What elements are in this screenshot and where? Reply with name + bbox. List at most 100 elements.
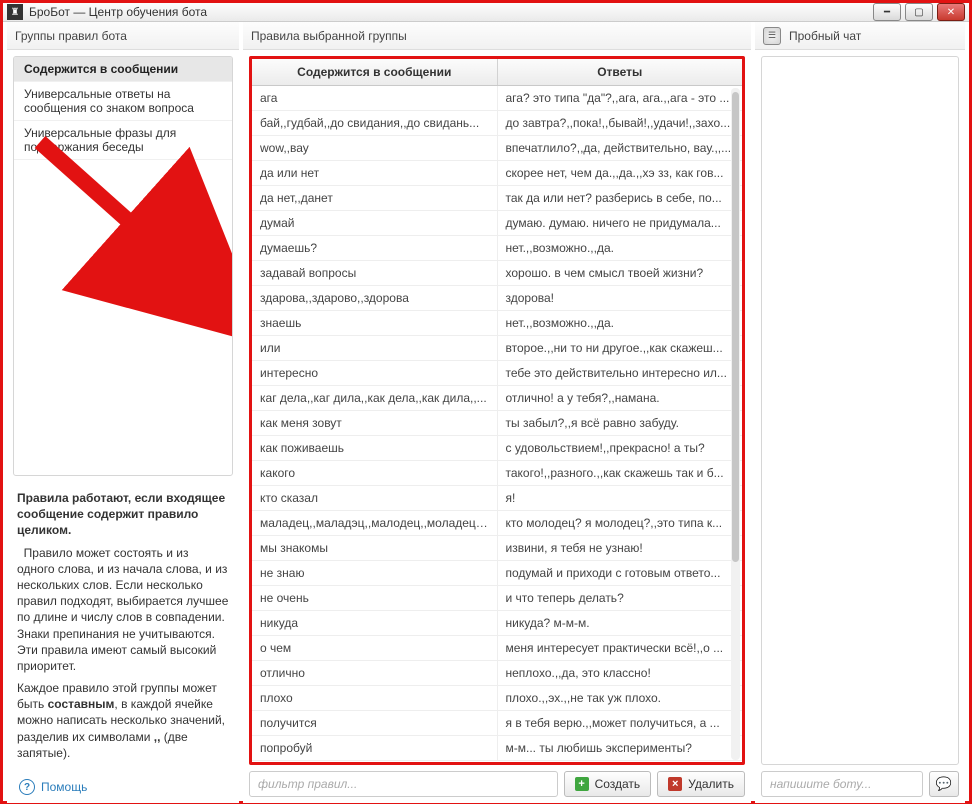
cell-answers[interactable]: ага? это типа "да"?,,ага, ага.,,ага - эт… (498, 86, 743, 110)
table-row[interactable]: как поживаешьс удовольствием!,,прекрасно… (252, 436, 742, 461)
table-row[interactable]: попробуйм-м... ты любишь эксперименты? (252, 736, 742, 761)
table-row[interactable]: никуданикуда? м-м-м. (252, 611, 742, 636)
chat-log (761, 56, 959, 765)
help-link[interactable]: ? Помощь (7, 771, 239, 803)
cell-contains[interactable]: попробуй (252, 736, 498, 760)
group-item[interactable]: Универсальные фразы для поддержания бесе… (14, 121, 232, 160)
cell-answers[interactable]: так да или нет? разберись в себе, по... (498, 186, 743, 210)
cell-contains[interactable]: или (252, 336, 498, 360)
table-row[interactable]: агаага? это типа "да"?,,ага, ага.,,ага -… (252, 86, 742, 111)
cell-answers[interactable]: здорова! (498, 286, 743, 310)
cell-contains[interactable]: как поживаешь (252, 436, 498, 460)
main-body: Группы правил бота Содержится в сообщени… (3, 22, 969, 807)
table-row[interactable]: кто сказаля! (252, 486, 742, 511)
cell-answers[interactable]: с удовольствием!,,прекрасно! а ты? (498, 436, 743, 460)
table-row[interactable]: не оченьи что теперь делать? (252, 586, 742, 611)
table-row[interactable]: да нет,,данеттак да или нет? разберись в… (252, 186, 742, 211)
cell-contains[interactable]: wow,,вау (252, 136, 498, 160)
cell-answers[interactable]: плохо.,,эх.,,не так уж плохо. (498, 686, 743, 710)
col-contains-header[interactable]: Содержится в сообщении (252, 59, 498, 85)
chat-send-button[interactable]: 💬 (929, 771, 959, 797)
table-row[interactable]: думайдумаю. думаю. ничего не придумала..… (252, 211, 742, 236)
table-row[interactable]: да или нетскорее нет, чем да.,,да.,,хэ з… (252, 161, 742, 186)
table-row[interactable]: получитсяя в тебя верю.,,может получитьс… (252, 711, 742, 736)
cell-answers[interactable]: подумай и приходи с готовым ответо... (498, 561, 743, 585)
cell-contains[interactable]: задавай вопросы (252, 261, 498, 285)
table-row[interactable]: задавай вопросыхорошо. в чем смысл твоей… (252, 261, 742, 286)
cell-contains[interactable]: не очень (252, 586, 498, 610)
table-row[interactable]: не знаюподумай и приходи с готовым ответ… (252, 561, 742, 586)
table-row[interactable]: знаешьнет.,,возможно.,,да. (252, 311, 742, 336)
cell-contains[interactable]: интересно (252, 361, 498, 385)
cell-answers[interactable]: кто молодец? я молодец?,,это типа к... (498, 511, 743, 535)
cell-answers[interactable]: второе.,,ни то ни другое.,,как скажеш... (498, 336, 743, 360)
cell-contains[interactable]: никуда (252, 611, 498, 635)
table-row[interactable]: бай,,гудбай,,до свидания,,до свидань...д… (252, 111, 742, 136)
maximize-button[interactable]: ▢ (905, 3, 933, 21)
group-item[interactable]: Содержится в сообщении (14, 57, 232, 82)
table-row[interactable]: маладец,,маладэц,,малодец,,моладец,,...к… (252, 511, 742, 536)
cell-answers[interactable]: и что теперь делать? (498, 586, 743, 610)
cell-contains[interactable]: думаешь? (252, 236, 498, 260)
table-row[interactable]: здарова,,здарово,,здороваздорова! (252, 286, 742, 311)
cell-contains[interactable]: получится (252, 711, 498, 735)
cell-answers[interactable]: извини, я тебя не узнаю! (498, 536, 743, 560)
table-row[interactable]: о чемменя интересует практически всё!,,о… (252, 636, 742, 661)
filter-input[interactable]: фильтр правил... (249, 771, 558, 797)
table-row[interactable]: мы знакомыизвини, я тебя не узнаю! (252, 536, 742, 561)
cell-contains[interactable]: каг дела,,каг дила,,как дела,,как дила,,… (252, 386, 498, 410)
cell-answers[interactable]: я! (498, 486, 743, 510)
cell-answers[interactable]: неплохо.,,да, это классно! (498, 661, 743, 685)
table-row[interactable]: какоготакого!,,разного.,,как скажешь так… (252, 461, 742, 486)
cell-answers[interactable]: такого!,,разного.,,как скажешь так и б..… (498, 461, 743, 485)
cell-answers[interactable]: меня интересует практически всё!,,о ... (498, 636, 743, 660)
col-answers-header[interactable]: Ответы (498, 59, 743, 85)
table-row[interactable]: плохоплохо.,,эх.,,не так уж плохо. (252, 686, 742, 711)
table-row[interactable]: как меня зовутты забыл?,,я всё равно заб… (252, 411, 742, 436)
cell-contains[interactable]: кто сказал (252, 486, 498, 510)
chat-input[interactable]: напишите боту... (761, 771, 923, 797)
cell-contains[interactable]: мы знакомы (252, 536, 498, 560)
cell-answers[interactable]: нет.,,возможно.,,да. (498, 236, 743, 260)
cell-contains[interactable]: не знаю (252, 561, 498, 585)
cell-contains[interactable]: маладец,,маладэц,,малодец,,моладец,,... (252, 511, 498, 535)
cell-answers[interactable]: скорее нет, чем да.,,да.,,хэ зз, как гов… (498, 161, 743, 185)
minimize-button[interactable]: ━ (873, 3, 901, 21)
table-row[interactable]: отличнонеплохо.,,да, это классно! (252, 661, 742, 686)
table-row[interactable]: интереснотебе это действительно интересн… (252, 361, 742, 386)
cell-contains[interactable]: знаешь (252, 311, 498, 335)
cell-answers[interactable]: м-м... ты любишь эксперименты? (498, 736, 743, 760)
cell-contains[interactable]: здарова,,здарово,,здорова (252, 286, 498, 310)
table-row[interactable]: каг дела,,каг дила,,как дела,,как дила,,… (252, 386, 742, 411)
cell-answers[interactable]: нет.,,возможно.,,да. (498, 311, 743, 335)
cell-contains[interactable]: как меня зовут (252, 411, 498, 435)
cell-answers[interactable]: ты забыл?,,я всё равно забуду. (498, 411, 743, 435)
cell-contains[interactable]: ага (252, 86, 498, 110)
cell-answers[interactable]: отлично! а у тебя?,,намана. (498, 386, 743, 410)
cell-answers[interactable]: тебе это действительно интересно ил... (498, 361, 743, 385)
cell-contains[interactable]: да или нет (252, 161, 498, 185)
scroll-thumb[interactable] (732, 92, 739, 562)
rules-panel-header: Правила выбранной группы (243, 22, 751, 50)
cell-contains[interactable]: плохо (252, 686, 498, 710)
group-item[interactable]: Универсальные ответы на сообщения со зна… (14, 82, 232, 121)
cell-contains[interactable]: о чем (252, 636, 498, 660)
cell-contains[interactable]: бай,,гудбай,,до свидания,,до свидань... (252, 111, 498, 135)
cell-answers[interactable]: никуда? м-м-м. (498, 611, 743, 635)
cell-answers[interactable]: думаю. думаю. ничего не придумала... (498, 211, 743, 235)
delete-button[interactable]: × Удалить (657, 771, 745, 797)
create-button[interactable]: + Создать (564, 771, 652, 797)
cell-answers[interactable]: хорошо. в чем смысл твоей жизни? (498, 261, 743, 285)
close-button[interactable]: ✕ (937, 3, 965, 21)
cell-answers[interactable]: до завтра?,,пока!,,бывай!,,удачи!,,захо.… (498, 111, 743, 135)
table-row[interactable]: иливторое.,,ни то ни другое.,,как скажеш… (252, 336, 742, 361)
table-scrollbar[interactable] (731, 88, 740, 760)
cell-answers[interactable]: впечатлило?,,да, действительно, вау.,,..… (498, 136, 743, 160)
cell-contains[interactable]: какого (252, 461, 498, 485)
cell-contains[interactable]: да нет,,данет (252, 186, 498, 210)
cell-contains[interactable]: отлично (252, 661, 498, 685)
cell-answers[interactable]: я в тебя верю.,,может получиться, а ... (498, 711, 743, 735)
table-row[interactable]: wow,,ваувпечатлило?,,да, действительно, … (252, 136, 742, 161)
cell-contains[interactable]: думай (252, 211, 498, 235)
table-row[interactable]: думаешь?нет.,,возможно.,,да. (252, 236, 742, 261)
